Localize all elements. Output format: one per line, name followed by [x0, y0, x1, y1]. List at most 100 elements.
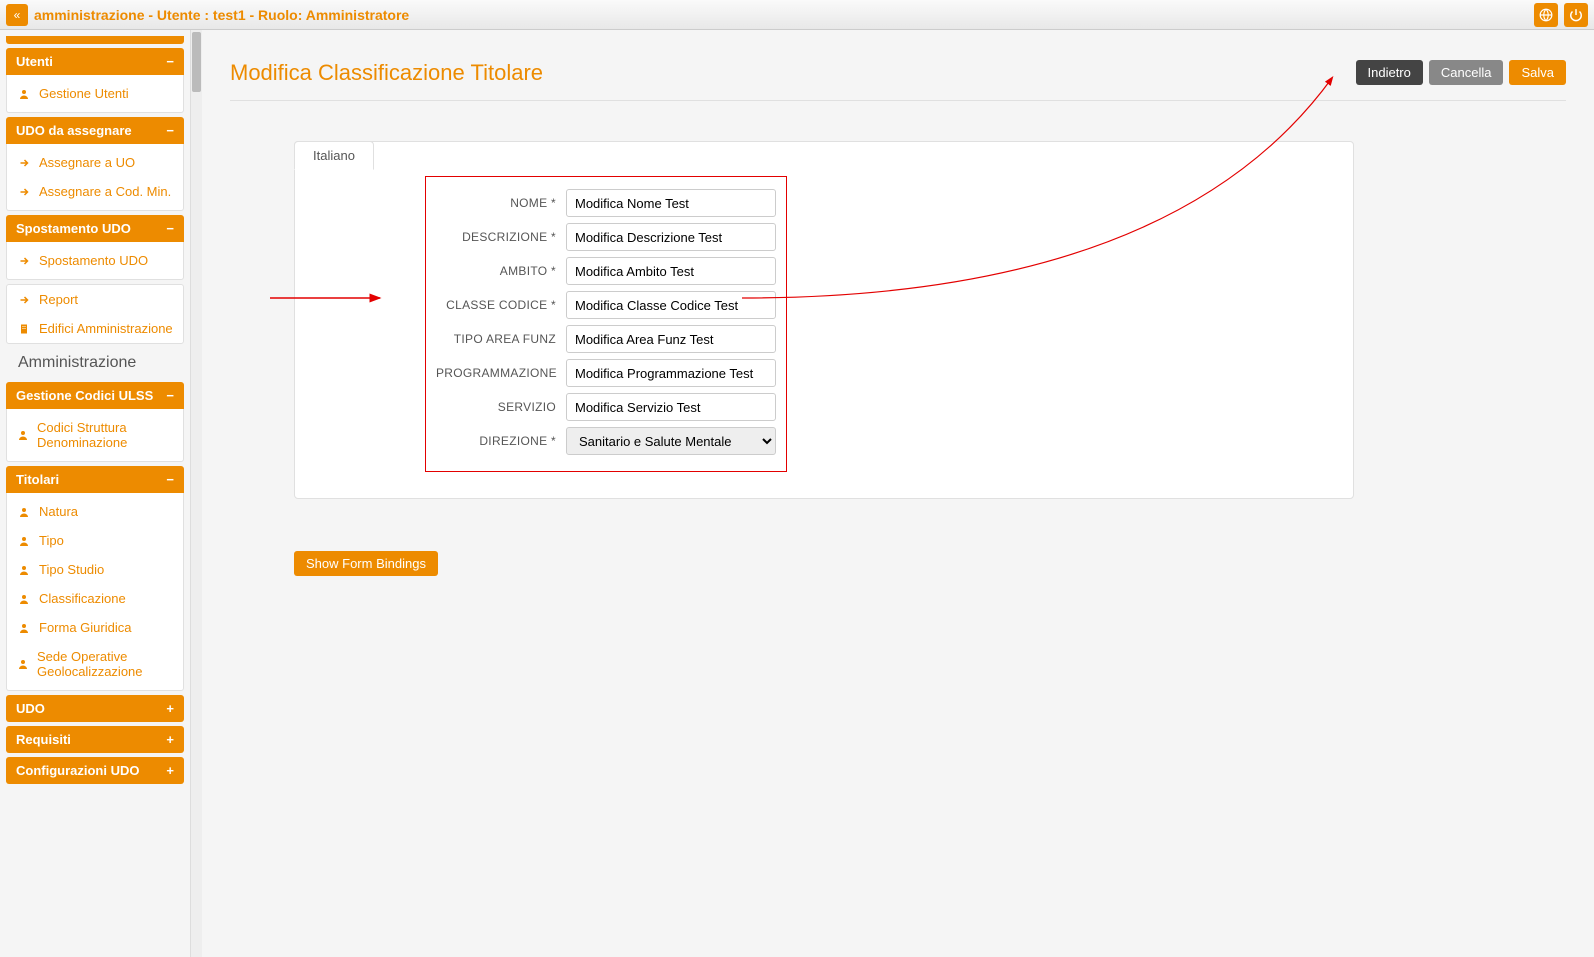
- sidebar-section-label: Amministrazione: [6, 344, 184, 378]
- form-row: NOME *: [436, 189, 776, 217]
- sidebar-item[interactable]: Forma Giuridica: [7, 613, 183, 642]
- scroll-thumb[interactable]: [192, 32, 201, 92]
- sidebar-item[interactable]: Assegnare a Cod. Min.: [7, 177, 183, 206]
- sidebar-section-header[interactable]: Gestione Codici ULSS−: [6, 382, 184, 409]
- sidebar-item-label: Assegnare a Cod. Min.: [39, 184, 171, 199]
- form-row: DIREZIONE *Sanitario e Salute Mentale: [436, 427, 776, 455]
- form-input[interactable]: [566, 223, 776, 251]
- user-icon: [17, 88, 31, 100]
- sidebar-scrollbar[interactable]: [190, 30, 202, 957]
- globe-icon[interactable]: [1534, 3, 1558, 27]
- sidebar-section-header[interactable]: UDO da assegnare−: [6, 117, 184, 144]
- main-content: Modifica Classificazione Titolare Indiet…: [202, 30, 1594, 957]
- form-input[interactable]: [566, 291, 776, 319]
- sidebar-item[interactable]: Sede Operative Geolocalizzazione: [7, 642, 183, 686]
- sidebar-section-body: Assegnare a UO Assegnare a Cod. Min.: [6, 144, 184, 211]
- sidebar-item-label: Tipo: [39, 533, 64, 548]
- save-button[interactable]: Salva: [1509, 60, 1566, 85]
- sidebar-section-header[interactable]: Titolari−: [6, 466, 184, 493]
- sidebar-item-label: Edifici Amministrazione: [39, 321, 173, 336]
- minus-icon: −: [166, 221, 174, 236]
- arrow-icon: [17, 157, 31, 169]
- sidebar-item[interactable]: Natura: [7, 497, 183, 526]
- sidebar-section-title: Utenti: [16, 54, 53, 69]
- sidebar-section-title: UDO: [16, 701, 45, 716]
- form-label: SERVIZIO: [436, 400, 556, 414]
- sidebar-item[interactable]: Tipo Studio: [7, 555, 183, 584]
- sidebar-section-body: Gestione Utenti: [6, 75, 184, 113]
- sidebar-section-collapsed-top[interactable]: [6, 36, 184, 44]
- sidebar: Utenti−Gestione UtentiUDO da assegnare−A…: [0, 30, 190, 957]
- form-card: Italiano NOME * DESCRIZIONE * AMBITO * CLAS…: [294, 141, 1354, 499]
- form-label: CLASSE CODICE *: [436, 298, 556, 312]
- sidebar-item-label: Report: [39, 292, 78, 307]
- sidebar-item[interactable]: Assegnare a UO: [7, 148, 183, 177]
- tab-italiano[interactable]: Italiano: [294, 141, 374, 170]
- sidebar-section-body: Codici Struttura Denominazione: [6, 409, 184, 462]
- sidebar-item-label: Forma Giuridica: [39, 620, 131, 635]
- sidebar-item-label: Spostamento UDO: [39, 253, 148, 268]
- sidebar-item-label: Natura: [39, 504, 78, 519]
- annotation-arrow-left: [270, 288, 390, 311]
- form-row: TIPO AREA FUNZ: [436, 325, 776, 353]
- sidebar-item-label: Sede Operative Geolocalizzazione: [37, 649, 173, 679]
- minus-icon: −: [166, 54, 174, 69]
- sidebar-section-title: Spostamento UDO: [16, 221, 131, 236]
- sidebar-section-header[interactable]: Utenti −: [6, 48, 184, 75]
- plus-icon: +: [166, 732, 174, 747]
- user-icon: [17, 658, 29, 670]
- form-input[interactable]: [566, 189, 776, 217]
- user-icon: [17, 622, 31, 634]
- sidebar-section-title: Configurazioni UDO: [16, 763, 140, 778]
- back-button[interactable]: Indietro: [1356, 60, 1423, 85]
- sidebar-collapse-button[interactable]: «: [6, 4, 28, 26]
- topbar: « amministrazione - Utente : test1 - Ruo…: [0, 0, 1594, 30]
- sidebar-section-header[interactable]: Requisiti +: [6, 726, 184, 753]
- user-icon: [17, 564, 31, 576]
- cancel-button[interactable]: Cancella: [1429, 60, 1504, 85]
- sidebar-section-header[interactable]: Configurazioni UDO +: [6, 757, 184, 784]
- plus-icon: +: [166, 701, 174, 716]
- sidebar-section-header[interactable]: Spostamento UDO −: [6, 215, 184, 242]
- user-icon: [17, 429, 29, 441]
- sidebar-item-label: Gestione Utenti: [39, 86, 129, 101]
- form-label: AMBITO *: [436, 264, 556, 278]
- sidebar-item[interactable]: Gestione Utenti: [7, 79, 183, 108]
- minus-icon: −: [166, 123, 174, 138]
- sidebar-item[interactable]: Classificazione: [7, 584, 183, 613]
- form-input[interactable]: [566, 257, 776, 285]
- sidebar-section-title: Gestione Codici ULSS: [16, 388, 153, 403]
- form-label: PROGRAMMAZIONE: [436, 366, 556, 380]
- arrow-icon: [17, 255, 31, 267]
- show-form-bindings-button[interactable]: Show Form Bindings: [294, 551, 438, 576]
- page-title: Modifica Classificazione Titolare: [230, 60, 543, 86]
- form-input[interactable]: [566, 393, 776, 421]
- form-row: CLASSE CODICE *: [436, 291, 776, 319]
- sidebar-plain-block: Report Edifici Amministrazione: [6, 284, 184, 344]
- building-icon: [17, 323, 31, 335]
- minus-icon: −: [166, 388, 174, 403]
- sidebar-item[interactable]: Edifici Amministrazione: [7, 314, 183, 343]
- sidebar-item[interactable]: Tipo: [7, 526, 183, 555]
- sidebar-item[interactable]: Spostamento UDO: [7, 246, 183, 275]
- sidebar-item[interactable]: Report: [7, 285, 183, 314]
- sidebar-item-label: Tipo Studio: [39, 562, 104, 577]
- form-label: TIPO AREA FUNZ: [436, 332, 556, 346]
- form-highlight-box: NOME * DESCRIZIONE * AMBITO * CLASSE CODICE…: [425, 176, 787, 472]
- sidebar-item[interactable]: Codici Struttura Denominazione: [7, 413, 183, 457]
- form-row: DESCRIZIONE *: [436, 223, 776, 251]
- sidebar-item-label: Classificazione: [39, 591, 126, 606]
- app-title: amministrazione - Utente : test1 - Ruolo…: [34, 7, 409, 23]
- sidebar-section-header[interactable]: UDO +: [6, 695, 184, 722]
- form-input[interactable]: [566, 325, 776, 353]
- sidebar-section-title: Requisiti: [16, 732, 71, 747]
- form-label: DESCRIZIONE *: [436, 230, 556, 244]
- form-row: PROGRAMMAZIONE: [436, 359, 776, 387]
- direzione-select[interactable]: Sanitario e Salute Mentale: [566, 427, 776, 455]
- form-input[interactable]: [566, 359, 776, 387]
- sidebar-item-label: Codici Struttura Denominazione: [37, 420, 173, 450]
- user-icon: [17, 506, 31, 518]
- plus-icon: +: [166, 763, 174, 778]
- power-icon[interactable]: [1564, 3, 1588, 27]
- sidebar-section-title: Titolari: [16, 472, 59, 487]
